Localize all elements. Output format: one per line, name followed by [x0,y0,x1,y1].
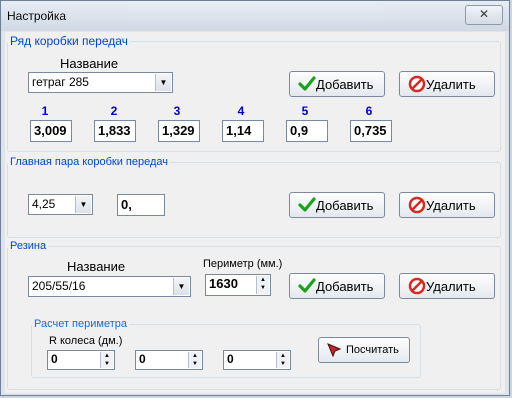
gearbox-name-value: гетраг 285 [32,75,89,89]
radius-value-1: 0 [51,352,58,366]
main-pair-group-legend: Главная пара коробки передач [10,156,168,168]
gearbox-delete-label: Удалить [426,77,476,92]
perimeter-stepper[interactable]: 1630 ▲ ▼ [205,274,271,296]
main-pair-delete-label: Удалить [426,198,476,213]
main-pair-value: 4,25 [32,197,56,211]
chevron-down-icon[interactable]: ▼ [75,196,91,213]
perimeter-label: Периметр (мм.) [203,258,283,270]
green-checkmark-icon [298,278,316,293]
tire-delete-label: Удалить [426,279,476,294]
gearbox-group-legend: Ряд коробки передач [10,34,128,48]
radius-value-3: 0 [227,352,234,366]
tire-add-button[interactable]: Добавить [289,273,385,299]
main-pair-select[interactable]: 4,25 ▼ [28,194,93,215]
window-title: Настройка [7,9,67,23]
gearbox-add-label: Добавить [316,77,374,92]
radius-stepper-2[interactable]: 0 ▲ ▼ [135,350,203,370]
spin-arrows-icon[interactable]: ▲ ▼ [276,352,289,368]
green-checkmark-icon [298,197,316,212]
gear-ratio-2-input[interactable]: 1,833 [94,120,136,142]
settings-window: Настройка ✕ Ряд коробки передач Название… [0,0,510,396]
red-no-sign-icon [408,277,426,295]
gear-ratio-3-input[interactable]: 1,329 [158,120,200,142]
perimeter-calc-legend: Расчет периметра [34,318,127,330]
gear-ratio-6-input[interactable]: 0,735 [350,120,392,142]
tire-name-value: 205/55/16 [32,279,86,293]
main-pair-add-button[interactable]: Добавить [289,192,385,218]
client-area: Ряд коробки передач Название гетраг 285 … [5,32,505,393]
gear-ratio-5-input[interactable]: 0,9 [286,120,328,142]
gear-number-4: 4 [237,104,245,118]
radius-stepper-3[interactable]: 0 ▲ ▼ [223,350,291,370]
gear-ratio-4-input[interactable]: 1,14 [222,120,264,142]
tire-group-legend: Резина [10,240,47,252]
gearbox-name-label: Название [60,56,119,71]
tire-delete-button[interactable]: Удалить [399,273,495,299]
main-pair-delete-button[interactable]: Удалить [399,192,495,218]
spin-arrows-icon[interactable]: ▲ ▼ [188,352,201,368]
gearbox-add-button[interactable]: Добавить [289,71,385,97]
tire-add-label: Добавить [316,279,374,294]
cursor-arrow-icon [327,343,342,358]
calculate-button[interactable]: Посчитать [318,337,410,363]
chevron-down-icon[interactable]: ▼ [155,74,171,91]
red-no-sign-icon [408,196,426,214]
perimeter-value: 1630 [209,276,238,291]
tire-name-select[interactable]: 205/55/16 ▼ [28,276,191,297]
gear-number-1: 1 [41,104,49,118]
main-pair-input[interactable]: 0, [117,194,165,216]
radius-label: R колеса (дм.) [49,335,123,347]
gearbox-delete-button[interactable]: Удалить [399,71,495,97]
close-button[interactable]: ✕ [465,5,503,25]
title-bar[interactable]: Настройка ✕ [1,1,509,31]
gear-number-5: 5 [301,104,309,118]
calculate-label: Посчитать [346,344,399,356]
chevron-down-icon[interactable]: ▼ [173,278,189,295]
green-checkmark-icon [298,76,316,91]
gear-number-2: 2 [110,104,118,118]
gear-number-6: 6 [365,104,373,118]
spin-arrows-icon[interactable]: ▲ ▼ [100,352,113,368]
gear-number-3: 3 [173,104,181,118]
spin-arrows-icon[interactable]: ▲ ▼ [256,276,269,294]
main-pair-add-label: Добавить [316,198,374,213]
radius-stepper-1[interactable]: 0 ▲ ▼ [47,350,115,370]
gear-ratio-1-input[interactable]: 3,009 [30,120,72,142]
gearbox-name-select[interactable]: гетраг 285 ▼ [28,72,173,93]
radius-value-2: 0 [139,352,146,366]
tire-name-label: Название [67,259,126,274]
red-no-sign-icon [408,75,426,93]
